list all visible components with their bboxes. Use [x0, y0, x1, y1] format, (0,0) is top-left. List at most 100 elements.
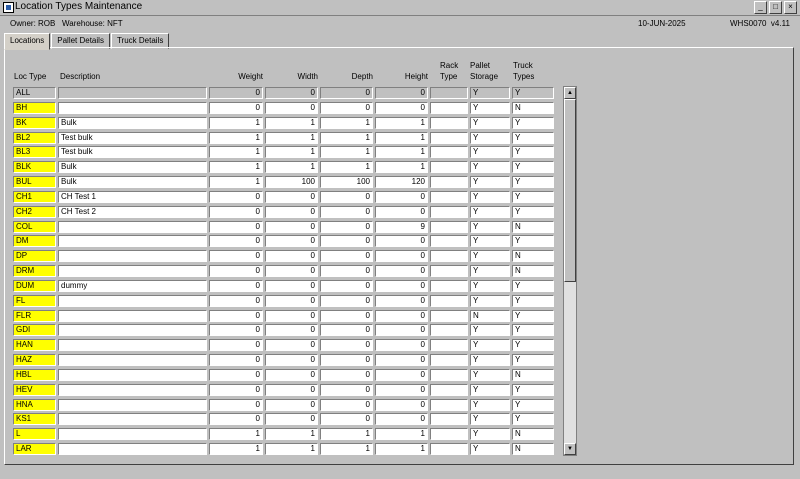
depth-field[interactable]: 0 [320, 102, 373, 114]
rack-type-field[interactable] [430, 324, 468, 336]
rack-type-field[interactable] [430, 176, 468, 188]
width-field[interactable]: 1 [265, 132, 318, 144]
depth-field[interactable]: 0 [320, 221, 373, 233]
pallet-storage-field[interactable]: Y [470, 280, 510, 292]
rack-type-field[interactable] [430, 295, 468, 307]
pallet-storage-field[interactable]: Y [470, 369, 510, 381]
height-field[interactable]: 0 [375, 324, 428, 336]
width-field[interactable]: 0 [265, 235, 318, 247]
loc-code-field[interactable]: HAN [13, 339, 56, 351]
weight-field[interactable]: 0 [209, 280, 263, 292]
rack-type-field[interactable] [430, 191, 468, 203]
loc-code-field[interactable]: DUM [13, 280, 56, 292]
depth-field[interactable]: 0 [320, 280, 373, 292]
height-field[interactable]: 0 [375, 413, 428, 425]
description-field[interactable]: Bulk [58, 176, 207, 188]
width-field[interactable]: 0 [265, 339, 318, 351]
truck-types-field[interactable]: Y [512, 339, 554, 351]
rack-type-field[interactable] [430, 310, 468, 322]
truck-types-field[interactable]: Y [512, 324, 554, 336]
pallet-storage-field[interactable]: Y [470, 384, 510, 396]
pallet-storage-field[interactable]: Y [470, 176, 510, 188]
depth-field[interactable]: 1 [320, 161, 373, 173]
loc-code-field[interactable]: DRM [13, 265, 56, 277]
truck-types-field[interactable]: N [512, 265, 554, 277]
width-field[interactable]: 1 [265, 146, 318, 158]
truck-types-field[interactable]: Y [512, 295, 554, 307]
pallet-storage-field[interactable]: Y [470, 443, 510, 455]
truck-types-field[interactable]: Y [512, 161, 554, 173]
pallet-storage-field[interactable]: Y [470, 117, 510, 129]
rack-type-field[interactable] [430, 132, 468, 144]
truck-types-field[interactable]: Y [512, 132, 554, 144]
loc-code-field[interactable]: GDI [13, 324, 56, 336]
weight-field[interactable]: 0 [209, 310, 263, 322]
pallet-storage-field[interactable]: Y [470, 339, 510, 351]
depth-field[interactable]: 1 [320, 132, 373, 144]
width-field[interactable]: 0 [265, 310, 318, 322]
rack-type-field[interactable] [430, 399, 468, 411]
height-field[interactable]: 0 [375, 310, 428, 322]
description-field[interactable] [58, 428, 207, 440]
truck-types-field[interactable]: Y [512, 146, 554, 158]
description-field[interactable] [58, 235, 207, 247]
all-row-height[interactable]: 0 [375, 87, 428, 99]
weight-field[interactable]: 1 [209, 117, 263, 129]
rack-type-field[interactable] [430, 413, 468, 425]
depth-field[interactable]: 0 [320, 235, 373, 247]
width-field[interactable]: 100 [265, 176, 318, 188]
width-field[interactable]: 0 [265, 295, 318, 307]
width-field[interactable]: 0 [265, 206, 318, 218]
truck-types-field[interactable]: Y [512, 191, 554, 203]
description-field[interactable] [58, 221, 207, 233]
rack-type-field[interactable] [430, 384, 468, 396]
truck-types-field[interactable]: Y [512, 176, 554, 188]
truck-types-field[interactable]: Y [512, 206, 554, 218]
weight-field[interactable]: 0 [209, 250, 263, 262]
weight-field[interactable]: 0 [209, 295, 263, 307]
loc-code-field[interactable]: BL3 [13, 146, 56, 158]
weight-field[interactable]: 1 [209, 176, 263, 188]
rack-type-field[interactable] [430, 102, 468, 114]
loc-code-field[interactable]: DM [13, 235, 56, 247]
pallet-storage-field[interactable]: Y [470, 102, 510, 114]
width-field[interactable]: 0 [265, 399, 318, 411]
weight-field[interactable]: 0 [209, 102, 263, 114]
depth-field[interactable]: 100 [320, 176, 373, 188]
width-field[interactable]: 1 [265, 161, 318, 173]
weight-field[interactable]: 0 [209, 399, 263, 411]
description-field[interactable] [58, 413, 207, 425]
all-row-weight[interactable]: 0 [209, 87, 263, 99]
height-field[interactable]: 1 [375, 428, 428, 440]
description-field[interactable]: dummy [58, 280, 207, 292]
truck-types-field[interactable]: Y [512, 310, 554, 322]
pallet-storage-field[interactable]: Y [470, 324, 510, 336]
pallet-storage-field[interactable]: Y [470, 132, 510, 144]
height-field[interactable]: 0 [375, 102, 428, 114]
depth-field[interactable]: 0 [320, 339, 373, 351]
height-field[interactable]: 0 [375, 235, 428, 247]
truck-types-field[interactable]: Y [512, 117, 554, 129]
width-field[interactable]: 0 [265, 102, 318, 114]
weight-field[interactable]: 1 [209, 132, 263, 144]
width-field[interactable]: 1 [265, 443, 318, 455]
maximize-button[interactable]: □ [769, 1, 782, 14]
loc-code-field[interactable]: BH [13, 102, 56, 114]
depth-field[interactable]: 0 [320, 206, 373, 218]
description-field[interactable] [58, 354, 207, 366]
loc-code-field[interactable]: HNA [13, 399, 56, 411]
height-field[interactable]: 0 [375, 384, 428, 396]
loc-code-field[interactable]: HBL [13, 369, 56, 381]
pallet-storage-field[interactable]: Y [470, 295, 510, 307]
description-field[interactable] [58, 250, 207, 262]
pallet-storage-field[interactable]: Y [470, 191, 510, 203]
height-field[interactable]: 120 [375, 176, 428, 188]
loc-code-field[interactable]: BUL [13, 176, 56, 188]
rack-type-field[interactable] [430, 339, 468, 351]
all-row-description[interactable] [58, 87, 207, 99]
depth-field[interactable]: 0 [320, 310, 373, 322]
scroll-down-icon[interactable]: ▼ [564, 443, 576, 455]
weight-field[interactable]: 0 [209, 413, 263, 425]
width-field[interactable]: 0 [265, 384, 318, 396]
weight-field[interactable]: 1 [209, 146, 263, 158]
